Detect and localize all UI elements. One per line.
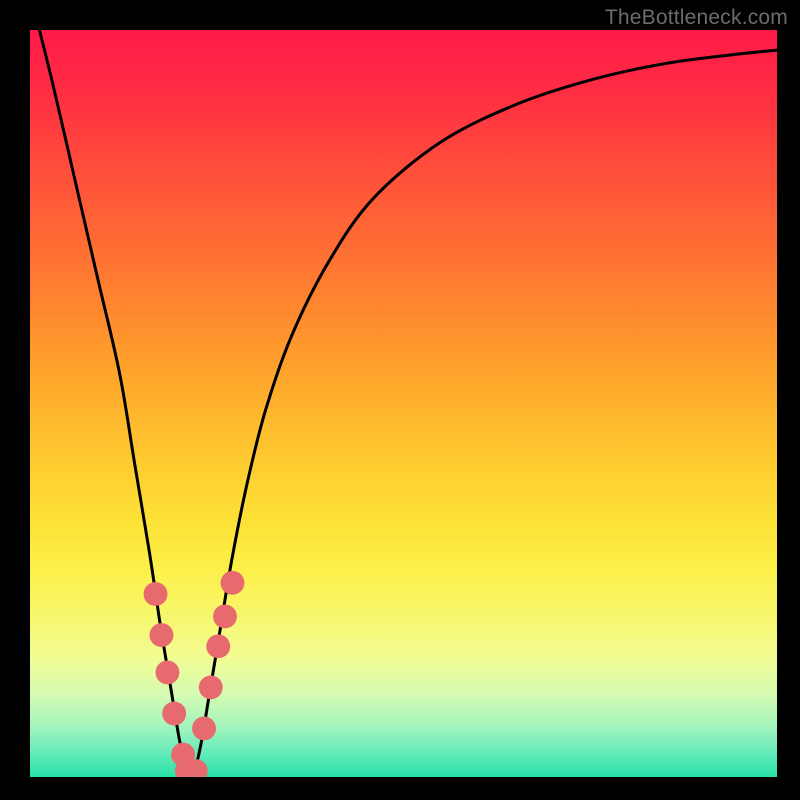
bottleneck-curve — [30, 0, 777, 773]
marker-dot — [199, 675, 223, 699]
marker-dot — [206, 634, 230, 658]
marker-dot — [156, 660, 180, 684]
chart-svg — [0, 0, 800, 800]
marker-dot — [162, 702, 186, 726]
marker-dot — [150, 623, 174, 647]
marker-dot — [220, 571, 244, 595]
marker-dot — [192, 717, 216, 741]
marker-dot — [184, 759, 208, 783]
marker-dot — [213, 604, 237, 628]
marker-dot — [144, 582, 168, 606]
chart-frame: TheBottleneck.com — [0, 0, 800, 800]
watermark-label: TheBottleneck.com — [605, 6, 788, 30]
